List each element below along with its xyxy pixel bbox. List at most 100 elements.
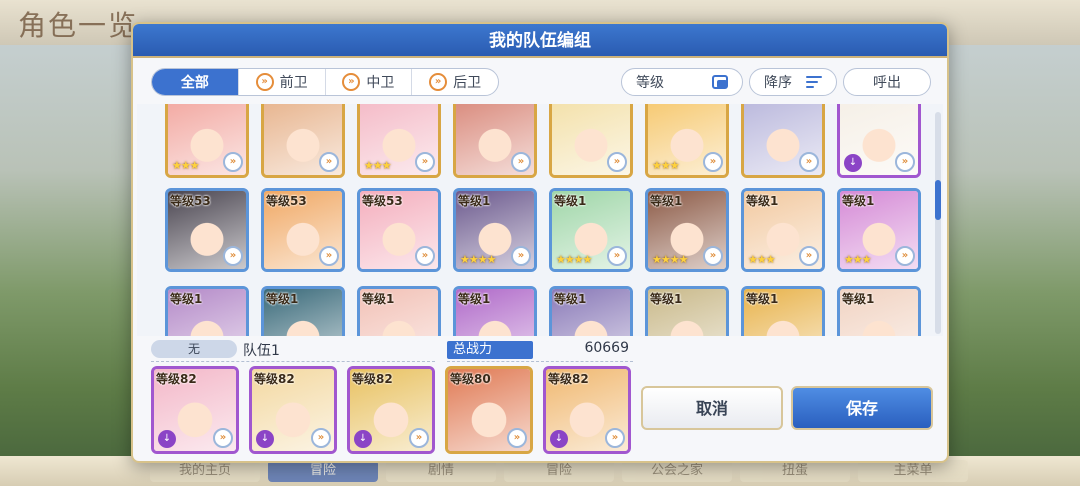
character-level: 等级1 xyxy=(842,292,875,306)
background-tab: 冒险 xyxy=(268,460,378,482)
sort-order-label: 降序 xyxy=(764,75,792,91)
party-member-card[interactable]: 等级80 » xyxy=(445,366,533,454)
character-card[interactable]: 等级53 » xyxy=(261,188,345,272)
party-name: 队伍1 xyxy=(243,343,280,359)
party-member-card[interactable]: 等级82 ↓ » xyxy=(151,366,239,454)
character-level: 等级82 xyxy=(352,372,393,386)
total-power-label: 总战力 xyxy=(447,341,533,359)
character-level: 等级1 xyxy=(650,194,683,208)
unique-equipment-icon: ↓ xyxy=(550,430,568,448)
character-level: 等级82 xyxy=(156,372,197,386)
sort-order-button[interactable]: 降序 xyxy=(749,68,837,96)
star-rating: ★★★ xyxy=(844,253,872,266)
filter-all-tab[interactable]: 全部 xyxy=(152,69,238,95)
character-card[interactable]: » xyxy=(549,104,633,178)
position-chevron-icon: » xyxy=(605,428,625,448)
sort-field-button[interactable]: 等级 xyxy=(621,68,743,96)
character-level: 等级1 xyxy=(842,194,875,208)
party-member-card[interactable]: 等级82 ↓ » xyxy=(347,366,435,454)
character-level: 等级82 xyxy=(254,372,295,386)
character-grid[interactable]: ★★★»» ★★★»»» ★★★»» ↓» 等级53» 等级53» 等级53» 等级1 ★★★★… xyxy=(137,104,943,336)
character-card[interactable]: » xyxy=(261,104,345,178)
background-tabs: 我的主页 冒险 剧情 冒险 公会之家 扭蛋 主菜单 xyxy=(150,460,968,482)
cancel-button[interactable]: 取消 xyxy=(641,386,783,430)
party-member-card[interactable]: 等级82 ↓ » xyxy=(543,366,631,454)
character-level: 等级1 xyxy=(650,292,683,306)
character-card[interactable]: ★★★ » xyxy=(357,104,441,178)
position-filter: 全部 » 前卫 » 中卫 » 后卫 xyxy=(151,68,499,96)
character-card[interactable]: 等级1» xyxy=(837,286,921,336)
position-chevron-icon: » xyxy=(311,428,331,448)
filter-middle-label: 中卫 xyxy=(366,75,395,91)
character-card[interactable]: 等级1» xyxy=(357,286,441,336)
character-card[interactable]: 等级53 » xyxy=(357,188,441,272)
background-tab: 剧情 xyxy=(386,460,496,482)
character-card[interactable]: 等级1 ★★★★ » xyxy=(453,188,537,272)
call-button[interactable]: 呼出 xyxy=(843,68,931,96)
character-card[interactable]: 等级1» xyxy=(549,286,633,336)
position-chevron-icon: » xyxy=(607,152,627,172)
character-card[interactable]: 等级1» xyxy=(645,286,729,336)
character-level: 等级1 xyxy=(362,292,395,306)
character-card[interactable]: 等级1 ★★★ » xyxy=(837,188,921,272)
character-level: 等级1 xyxy=(458,194,491,208)
position-chevron-icon: » xyxy=(507,428,527,448)
party-badge: 无 xyxy=(151,340,237,358)
position-chevron-icon: » xyxy=(415,152,435,172)
star-rating: ★★★★ xyxy=(652,253,688,266)
star-rating: ★★★ xyxy=(652,159,680,172)
chevron-position-icon: » xyxy=(255,73,274,91)
unique-equipment-icon: ↓ xyxy=(354,430,372,448)
filter-back-tab[interactable]: » 后卫 xyxy=(411,69,498,95)
star-rating: ★★★ xyxy=(748,253,776,266)
position-chevron-icon: » xyxy=(607,246,627,266)
chevron-position-icon: » xyxy=(429,73,448,91)
grid-scroll-thumb[interactable] xyxy=(935,180,941,220)
character-level: 等级1 xyxy=(746,292,779,306)
character-level: 等级1 xyxy=(554,292,587,306)
position-chevron-icon: » xyxy=(511,152,531,172)
dialog-title: 我的队伍编组 xyxy=(133,24,947,58)
filter-back-label: 后卫 xyxy=(453,75,482,91)
chevron-position-icon: » xyxy=(342,73,361,91)
position-chevron-icon: » xyxy=(895,246,915,266)
character-card[interactable]: ★★★ » xyxy=(165,104,249,178)
character-card[interactable]: 等级1» xyxy=(261,286,345,336)
unique-equipment-icon: ↓ xyxy=(844,154,862,172)
party-member-card[interactable]: 等级82 ↓ » xyxy=(249,366,337,454)
total-power-value: 60669 xyxy=(584,340,629,356)
character-card[interactable]: » xyxy=(453,104,537,178)
background-tab: 扭蛋 xyxy=(740,460,850,482)
position-chevron-icon: » xyxy=(223,152,243,172)
sort-field-icon xyxy=(712,75,728,89)
character-card[interactable]: 等级1 ★★★ » xyxy=(741,188,825,272)
position-chevron-icon: » xyxy=(409,428,429,448)
position-chevron-icon: » xyxy=(799,246,819,266)
character-card[interactable]: 等级1» xyxy=(453,286,537,336)
save-button[interactable]: 保存 xyxy=(791,386,933,430)
grid-scrollbar[interactable] xyxy=(935,112,941,334)
character-card[interactable]: ★★★ » xyxy=(645,104,729,178)
character-card[interactable]: 等级1» xyxy=(165,286,249,336)
character-card[interactable]: » xyxy=(741,104,825,178)
filter-front-tab[interactable]: » 前卫 xyxy=(237,69,325,95)
character-card[interactable]: 等级1 ★★★★ » xyxy=(645,188,729,272)
character-card[interactable]: 等级53 » xyxy=(165,188,249,272)
star-rating: ★★★ xyxy=(364,159,392,172)
character-card[interactable]: 等级1» xyxy=(741,286,825,336)
sort-descending-icon xyxy=(806,76,822,88)
character-level: 等级1 xyxy=(170,292,203,306)
character-level: 等级53 xyxy=(170,194,211,208)
character-card[interactable]: ↓» xyxy=(837,104,921,178)
star-rating: ★★★ xyxy=(172,159,200,172)
power-divider xyxy=(447,361,633,362)
party-header: 无 队伍1 总战力 60669 xyxy=(151,340,931,362)
toolbar: 全部 » 前卫 » 中卫 » 后卫 等级 降序 呼出 xyxy=(151,68,931,98)
filter-all-label: 全部 xyxy=(180,75,209,91)
character-card[interactable]: 等级1 ★★★★ » xyxy=(549,188,633,272)
character-level: 等级82 xyxy=(548,372,589,386)
position-chevron-icon: » xyxy=(319,152,339,172)
position-chevron-icon: » xyxy=(511,246,531,266)
character-level: 等级53 xyxy=(362,194,403,208)
filter-middle-tab[interactable]: » 中卫 xyxy=(324,69,412,95)
